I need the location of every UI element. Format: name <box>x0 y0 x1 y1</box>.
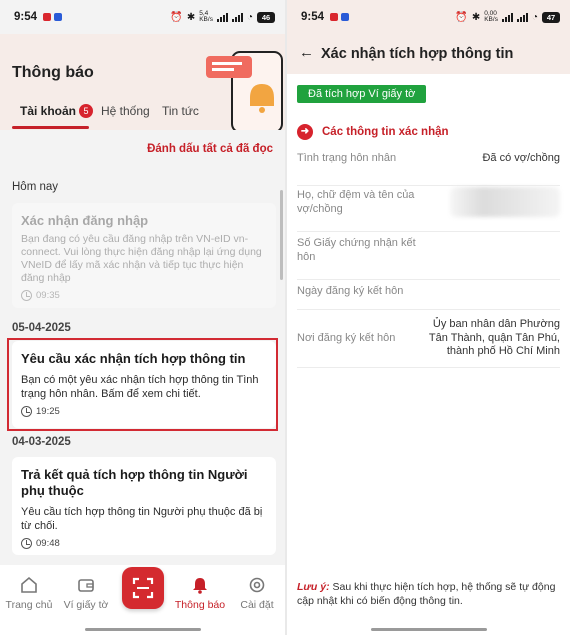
section-date: 04-03-2025 <box>12 436 71 448</box>
status-time: 9:54 <box>301 11 325 23</box>
alarm-icon: ⏰ <box>170 11 183 23</box>
notification-card[interactable]: Trả kết quả tích hợp thông tin Người phụ… <box>12 457 276 555</box>
nav-notifications[interactable]: Thông báo <box>172 575 228 611</box>
row-label: Ngày đăng ký kết hôn <box>297 285 404 297</box>
bottom-navigation: Trang chủ Ví giấy tờ Thông báo Cài đặt <box>0 565 285 635</box>
nav-label: Thông báo <box>174 599 226 611</box>
confirm-integration-screen: 9:54 ⏰ ✱ 0,00 KB/s ◔ 47 ← Xác nhận tích … <box>287 0 570 635</box>
notification-time: 19:25 <box>21 406 267 417</box>
time-text: 09:48 <box>36 538 60 549</box>
redacted-value <box>450 187 560 217</box>
info-row-spouse-name: Họ, chữ đệm và tên của vợ/chồng <box>297 186 560 232</box>
app-notification-icon <box>341 13 350 21</box>
bell-icon <box>193 578 207 594</box>
tab-bar: Tài khoản 5 Hệ thống Tin tức <box>0 98 285 130</box>
alarm-icon: ⏰ <box>455 11 468 23</box>
notification-body: Bạn đang có yêu cầu đăng nhập trên VN-eI… <box>21 233 262 284</box>
nav-home[interactable]: Trang chủ <box>1 575 57 611</box>
notification-title: Xác nhận đăng nhập <box>21 213 149 228</box>
nav-wallet[interactable]: Ví giấy tờ <box>58 575 114 611</box>
scrollbar[interactable] <box>280 190 283 280</box>
tab-label: Tài khoản <box>20 104 77 118</box>
row-value: Đã có vợ/chồng <box>482 152 560 164</box>
wifi-icon: ◔ <box>531 11 538 23</box>
section-date: 05-04-2025 <box>12 322 71 334</box>
status-time: 9:54 <box>14 11 38 23</box>
status-bar: 9:54 ⏰ ✱ 0,00 KB/s ◔ 47 <box>287 0 570 34</box>
note-label: Lưu ý: <box>297 581 330 593</box>
time-text: 19:25 <box>36 406 60 417</box>
nav-label: Ví giấy tờ <box>63 599 109 611</box>
battery-icon: 47 <box>542 11 560 23</box>
notification-body: Yêu cầu tích hợp thông tin Người phụ thu… <box>21 506 263 532</box>
section-header: ➜ Các thông tin xác nhận <box>297 124 449 140</box>
status-icons: ⏰ ✱ 0,00 KB/s ◔ 47 <box>455 10 560 23</box>
app-notification-icon <box>54 13 63 21</box>
notification-body: Bạn có một yêu xác nhận tích hợp thông t… <box>21 374 259 400</box>
notification-time: 09:48 <box>21 538 267 549</box>
battery-icon: 46 <box>257 11 275 23</box>
signal-icon <box>231 12 243 22</box>
status-icons: ⏰ ✱ 5,4 KB/s ◔ 46 <box>170 10 275 23</box>
clock-icon <box>21 538 32 549</box>
notification-title: Trả kết quả tích hợp thông tin Người phụ… <box>21 467 248 498</box>
active-tab-indicator <box>12 126 89 129</box>
screenshot-stage: 9:54 ⏰ ✱ 5,4 KB/s ◔ 46 Thông báo Tài kho… <box>0 0 570 635</box>
info-row-certificate-number: Số Giấy chứng nhận kết hôn <box>297 232 560 280</box>
time-text: 09:35 <box>36 290 60 301</box>
tab-news[interactable]: Tin tức <box>162 104 199 118</box>
note-text: Lưu ý: Sau khi thực hiện tích hợp, hệ th… <box>297 581 565 608</box>
signal-icon <box>516 12 528 22</box>
arrow-right-icon: ➜ <box>297 124 313 140</box>
notifications-screen: 9:54 ⏰ ✱ 5,4 KB/s ◔ 46 Thông báo Tài kho… <box>0 0 285 635</box>
row-label: Số Giấy chứng nhận kết hôn <box>297 237 416 263</box>
wifi-icon: ◔ <box>246 11 253 23</box>
wallet-icon <box>78 579 94 592</box>
tab-account[interactable]: Tài khoản 5 <box>20 104 94 118</box>
row-label: Họ, chữ đệm và tên của vợ/chồng <box>297 189 415 215</box>
clock-icon <box>21 290 32 301</box>
section-date: Hôm nay <box>12 181 59 193</box>
bluetooth-icon: ✱ <box>186 11 196 23</box>
nav-label: Trang chủ <box>5 599 53 611</box>
clock-icon <box>21 406 32 417</box>
nav-settings[interactable]: Cài đặt <box>229 575 285 611</box>
tab-system[interactable]: Hệ thống <box>101 104 150 118</box>
info-row-registration-date: Ngày đăng ký kết hôn <box>297 280 560 310</box>
notification-card[interactable]: Yêu cầu xác nhận tích hợp thông tin Bạn … <box>12 341 276 428</box>
signal-icon <box>501 12 513 22</box>
home-icon <box>21 576 37 593</box>
page-title: Thông báo <box>12 64 94 81</box>
section-title: Các thông tin xác nhận <box>322 126 449 138</box>
net-speed: 5,4 KB/s <box>199 10 213 23</box>
row-label: Tình trạng hôn nhân <box>297 152 397 164</box>
mark-all-read-link[interactable]: Đánh dấu tất cả đã đọc <box>147 143 273 155</box>
notification-time: 09:35 <box>21 290 267 301</box>
app-notification-icon <box>330 13 339 21</box>
notification-card[interactable]: Xác nhận đăng nhập Bạn đang có yêu cầu đ… <box>12 203 276 308</box>
note-body: Sau khi thực hiện tích hợp, hệ thống sẽ … <box>297 581 556 607</box>
back-arrow-icon[interactable]: ← <box>299 44 314 61</box>
home-indicator[interactable] <box>371 628 487 631</box>
net-speed: 0,00 KB/s <box>484 10 498 23</box>
unread-badge: 5 <box>79 104 94 118</box>
signal-icon <box>216 12 228 22</box>
app-notification-icon <box>43 13 52 21</box>
notification-title: Yêu cầu xác nhận tích hợp thông tin <box>21 351 246 366</box>
info-row-registration-place: Nơi đăng ký kết hôn Ủy ban nhân dân Phườ… <box>297 310 560 368</box>
row-label: Nơi đăng ký kết hôn <box>297 331 396 344</box>
qr-scan-icon <box>132 577 154 599</box>
nav-label: Cài đặt <box>240 599 274 611</box>
integrated-status-badge: Đã tích hợp Ví giấy tờ <box>297 85 427 103</box>
qr-scan-button[interactable] <box>122 567 164 609</box>
page-title: Xác nhận tích hợp thông tin <box>321 46 514 62</box>
info-row-marital-status: Tình trạng hôn nhân Đã có vợ/chồng <box>297 152 560 186</box>
status-bar: 9:54 ⏰ ✱ 5,4 KB/s ◔ 46 <box>0 0 285 34</box>
row-value: Ủy ban nhân dân Phường Tân Thành, quận T… <box>428 318 560 358</box>
gear-icon <box>249 577 265 593</box>
bluetooth-icon: ✱ <box>471 11 481 23</box>
home-indicator[interactable] <box>85 628 201 631</box>
